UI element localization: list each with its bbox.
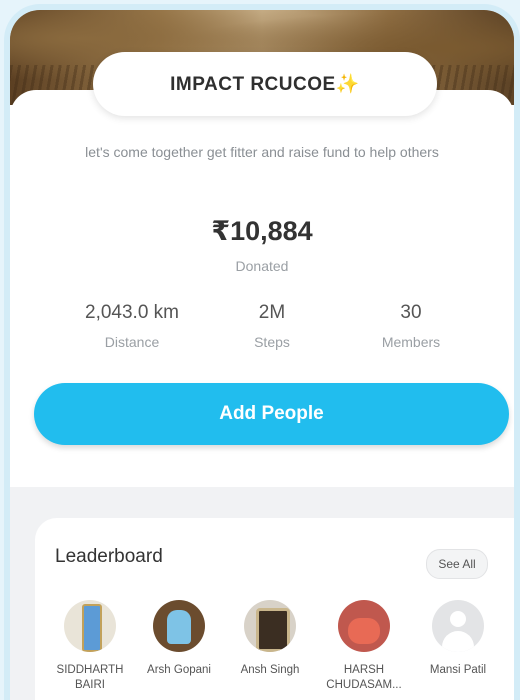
member-name: HARSH CHUDASAM... [326,664,402,691]
member-name: Ansh Singh [240,664,300,676]
donated-amount: ₹10,884 [211,216,313,246]
stat-distance-value: 2,043.0 km [85,302,179,323]
member-name: SIDDHARTH BAIRI [56,664,124,691]
leaderboard-member[interactable]: Mansi Patil [410,600,506,678]
avatar [338,600,390,652]
stat-distance: 2,043.0 km Distance [52,302,212,350]
add-people-button[interactable]: Add People [34,383,509,445]
stat-distance-label: Distance [104,334,160,350]
avatar [153,600,205,652]
group-tagline: let's come together get fitter and raise… [85,144,439,160]
stat-steps: 2M Steps [192,302,352,350]
stat-steps-label: Steps [254,334,290,350]
member-name: Mansi Patil [429,664,487,676]
app-frame: IMPACT RCUCOE✨ let's come together get f… [10,10,514,700]
stat-members-label: Members [381,334,441,350]
stat-steps-value: 2M [258,302,286,323]
avatar [244,600,296,652]
stat-members: 30 Members [331,302,491,350]
leaderboard-card: Leaderboard See All SIDDHARTH BAIRI Arsh… [35,518,514,700]
donated-label: Donated [235,258,289,274]
leaderboard-member[interactable]: SIDDHARTH BAIRI [42,600,138,693]
see-all-button[interactable]: See All [426,549,488,579]
group-title: IMPACT RCUCOE✨ [93,52,437,116]
member-name: Arsh Gopani [147,664,211,676]
leaderboard-title: Leaderboard [55,546,163,567]
user-placeholder-icon [432,600,484,652]
leaderboard-member[interactable]: Arsh Gopani [131,600,227,678]
leaderboard-member[interactable]: Ansh Singh [222,600,318,678]
leaderboard-member[interactable]: HARSH CHUDASAM... [316,600,412,693]
stat-members-value: 30 [400,302,422,323]
avatar [64,600,116,652]
